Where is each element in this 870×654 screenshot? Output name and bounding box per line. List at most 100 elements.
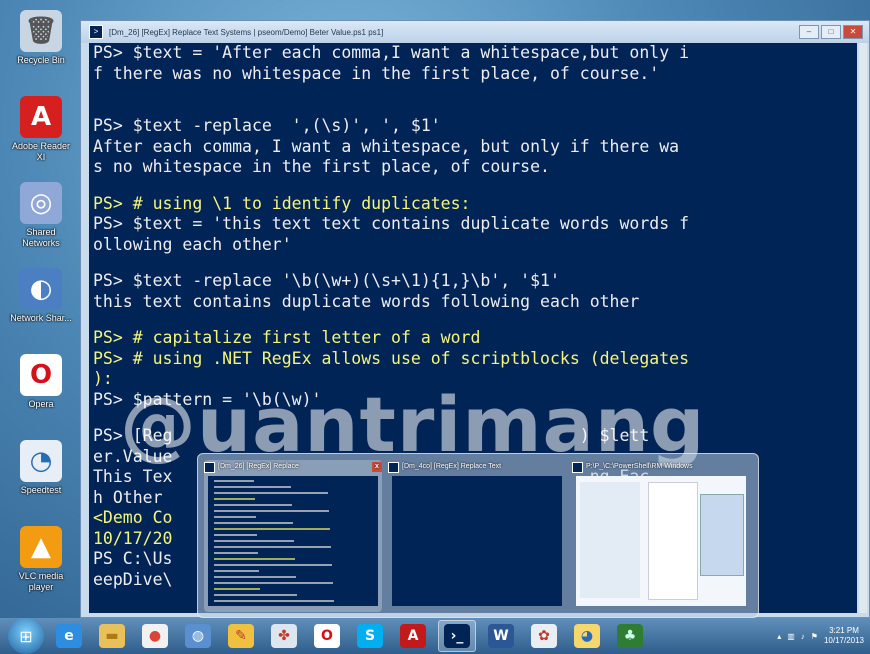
console-line: After each comma, I want a whitespace, b…	[93, 136, 680, 156]
desktop-shortcut-label: Speedtest	[20, 485, 62, 495]
thumbnail-title-bar: P:\P_\C:\PowerShell\RM Windows	[572, 460, 750, 474]
window-controls: – □ ✕	[799, 25, 863, 39]
taskbar-button[interactable]: A	[395, 621, 431, 651]
console-line: PS> # capitalize first letter of a word	[93, 328, 481, 347]
preview-line	[214, 486, 291, 488]
desktop-shortcut[interactable]: ▲ VLC media player	[8, 526, 74, 604]
start-button[interactable]: ⊞	[8, 618, 44, 654]
desktop-shortcut[interactable]: ◎ Shared Networks	[8, 182, 74, 260]
ie-icon: e	[56, 624, 82, 648]
taskbar-button[interactable]: ▬	[94, 621, 130, 651]
taskbar-button[interactable]: e	[51, 621, 87, 651]
console-line: PS> # using \1 to identify duplicates:	[93, 193, 471, 213]
desktop-shortcut-label: Network Shar...	[10, 313, 72, 323]
taskbar-button[interactable]: ◕	[569, 621, 605, 651]
preview-line	[214, 552, 258, 554]
desktop-shortcut[interactable]: ◐ Network Shar...	[8, 268, 74, 346]
taskbar-button[interactable]: S	[352, 621, 388, 651]
acrobat-icon: A	[400, 624, 426, 648]
thumbnail-preview	[208, 476, 378, 606]
network-tray-icon[interactable]: ▥	[787, 632, 795, 641]
preview-line	[214, 588, 260, 590]
volume-icon[interactable]: ♪	[801, 632, 805, 641]
taskbar-button[interactable]: ◍	[180, 621, 216, 651]
maze-app-icon: ✤	[271, 624, 297, 648]
thumb-console-1[interactable]: [Dm_26] [RegEx] Replace x	[204, 460, 382, 612]
adobe-reader-icon: A	[20, 96, 62, 138]
preview-line	[214, 528, 330, 530]
maximize-button[interactable]: □	[821, 25, 841, 39]
preview-side	[580, 482, 640, 598]
recycle-bin-icon: 🗑	[20, 10, 62, 52]
powershell-icon: ›_	[444, 624, 470, 648]
thumb-explorer[interactable]: P:\P_\C:\PowerShell\RM Windows	[572, 460, 750, 612]
chart-app-icon: ◕	[574, 624, 600, 648]
desktop-shortcut[interactable]: A Adobe Reader XI	[8, 96, 74, 174]
desktop-shortcut[interactable]: ◔ Speedtest	[8, 440, 74, 518]
opera-taskbar-icon: O	[314, 624, 340, 648]
flag-icon[interactable]: ⚑	[811, 632, 818, 641]
shared-network-icon: ◎	[20, 182, 62, 224]
desktop-shortcut[interactable]: O Opera	[8, 354, 74, 432]
taskbar-button[interactable]: O	[309, 621, 345, 651]
taskbar-button[interactable]: ●	[137, 621, 173, 651]
console-line: ollowing each other'	[93, 234, 292, 254]
console-line: this text contains duplicate words follo…	[93, 291, 640, 311]
console-line: PS> $text -replace '\b(\w+)(\s+\1){1,}\b…	[93, 271, 560, 290]
close-button[interactable]: ✕	[843, 25, 863, 39]
network-icon: ◍	[185, 624, 211, 648]
tray-arrow-icon[interactable]: ▴	[777, 632, 781, 641]
desktop-shortcut[interactable]: 🗑 Recycle Bin	[8, 10, 74, 88]
powershell-icon: >	[89, 25, 103, 39]
preview-line	[214, 492, 328, 494]
window-titlebar[interactable]: > [Dm_26] [RegEx] Replace Text Systems |…	[81, 21, 869, 43]
plant-app-icon: ♣	[617, 624, 643, 648]
taskbar-button[interactable]: ✎	[223, 621, 259, 651]
preview-line	[214, 600, 334, 602]
window-icon	[204, 461, 215, 473]
preview-line	[214, 522, 293, 524]
preview-line	[214, 510, 329, 512]
skype-icon: S	[357, 624, 383, 648]
window-icon	[572, 461, 583, 473]
taskbar-button[interactable]: ♣	[612, 621, 648, 651]
thumbnail-title: P:\P_\C:\PowerShell\RM Windows	[586, 463, 693, 470]
thumbnail-title-bar: [Dm_4co] [RegEx] Replace Text	[388, 460, 566, 474]
preview-line	[214, 570, 259, 572]
word-icon: W	[488, 624, 514, 648]
minimize-button[interactable]: –	[799, 25, 819, 39]
taskbar-button[interactable]: ›_	[438, 620, 476, 652]
taskbar-button[interactable]: W	[483, 621, 519, 651]
console-line: s no whitespace in the first place, of c…	[93, 157, 550, 176]
chrome-icon: ●	[142, 624, 168, 648]
console-line: PS> $text -replace ',(\s)', ', $1'	[93, 116, 441, 135]
preview-line	[214, 540, 294, 542]
clock-time: 3:21 PM	[829, 626, 859, 635]
taskbar-items: e ▬ ● ◍ ✎ ✤ O S A ›_ W ✿ ◕ ♣	[44, 620, 648, 652]
taskbar-button[interactable]: ✤	[266, 621, 302, 651]
vlc-icon: ▲	[20, 526, 62, 568]
thumbnail-close-button[interactable]: x	[372, 462, 382, 472]
console-scrollbar[interactable]	[859, 43, 867, 613]
clock[interactable]: 3:21 PM 10/17/2013	[824, 626, 864, 646]
desktop-shortcut-label: Adobe Reader XI	[11, 141, 71, 162]
taskbar: ⊞ e ▬ ● ◍ ✎ ✤ O S A ›_ W ✿ ◕ ♣ ▴ ▥ ♪ ⚑ 3:21 PM 10/17/…	[0, 618, 870, 654]
console-line: PS> $text = 'After each comma,I want a w…	[93, 43, 690, 62]
desktop-shortcut-label: Shared Networks	[22, 227, 60, 248]
console-line: PS> # using .NET RegEx allows use of scr…	[93, 348, 690, 368]
clock-date: 10/17/2013	[823, 636, 864, 645]
system-tray: ▴ ▥ ♪ ⚑ 3:21 PM 10/17/2013	[777, 626, 864, 646]
thumb-console-2[interactable]: [Dm_4co] [RegEx] Replace Text	[388, 460, 566, 612]
preview-line	[214, 594, 297, 596]
console-line: f there was no whitespace in the first p…	[93, 63, 660, 83]
taskbar-button[interactable]: ✿	[526, 621, 562, 651]
desktop-shortcut-label: Opera	[28, 399, 54, 409]
preview-line	[214, 498, 255, 500]
desktop-shortcut-label: VLC media player	[18, 571, 64, 592]
preview-line	[214, 534, 257, 536]
thumbnail-title: [Dm_4co] [RegEx] Replace Text	[402, 463, 502, 470]
